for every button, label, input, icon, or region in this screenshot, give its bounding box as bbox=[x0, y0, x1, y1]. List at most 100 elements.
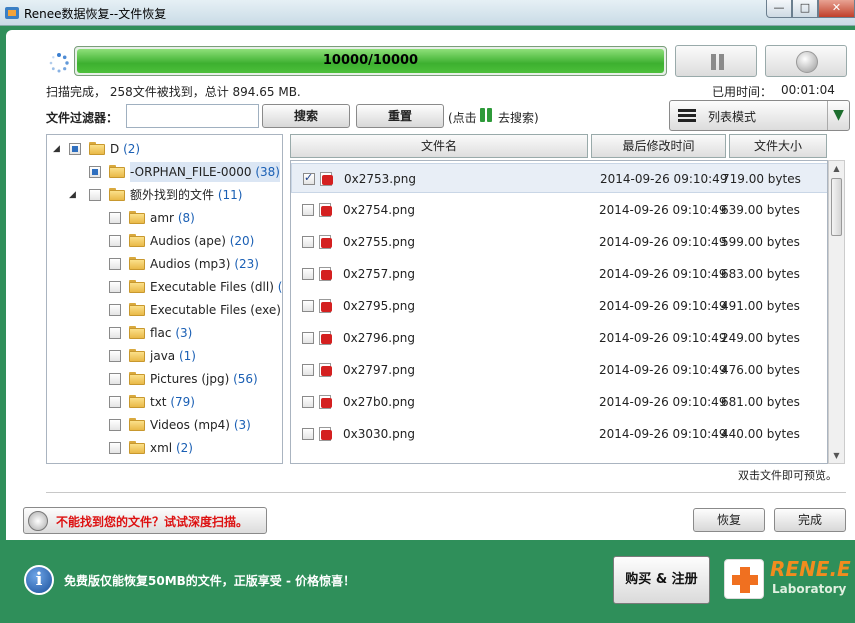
main-panel: 10000/10000 扫描完成， 258文件被找到，总计 894.65 MB.… bbox=[6, 30, 855, 540]
file-checkbox[interactable] bbox=[302, 236, 314, 248]
tree-checkbox[interactable] bbox=[109, 281, 121, 293]
magnifier-icon bbox=[28, 511, 48, 531]
folder-icon bbox=[89, 142, 105, 155]
tree-node-count: (2) bbox=[175, 441, 193, 455]
scroll-down-icon[interactable]: ▼ bbox=[829, 448, 844, 463]
file-checkbox[interactable] bbox=[302, 268, 314, 280]
tree-checkbox[interactable] bbox=[109, 258, 121, 270]
minimize-button[interactable]: — bbox=[766, 0, 792, 18]
pause-button[interactable] bbox=[675, 45, 757, 77]
file-row[interactable]: 0x2796.png 2014-09-26 09:10:49 249.00 byte… bbox=[291, 323, 827, 353]
dropdown-arrow-icon[interactable]: ▼ bbox=[827, 101, 849, 130]
tree-node-count: (23) bbox=[234, 257, 259, 271]
tree-checkbox[interactable] bbox=[109, 304, 121, 316]
promo-text: 免费版仅能恢复50MB的文件，正版享受 - 价格惊喜！ bbox=[64, 574, 356, 588]
close-button[interactable]: ✕ bbox=[818, 0, 855, 18]
column-header-name[interactable]: 文件名 bbox=[290, 134, 588, 158]
file-row[interactable]: 0x2797.png 2014-09-26 09:10:49 476.00 byte… bbox=[291, 355, 827, 385]
filter-input[interactable] bbox=[126, 104, 259, 128]
expander-icon[interactable]: ◢ bbox=[53, 139, 60, 159]
tree-node-label: java (1) bbox=[150, 346, 196, 366]
file-row[interactable]: 0x3030.png 2014-09-26 09:10:49 440.00 byte… bbox=[291, 419, 827, 449]
tree-node-count: (3) bbox=[233, 418, 251, 432]
folder-icon bbox=[129, 303, 145, 316]
folder-tree[interactable]: ◢ D (2) -ORPHAN_FILE-0000 (38) ◢ 额外找到的文件 (11… bbox=[46, 134, 283, 464]
tree-node-count: (38) bbox=[255, 165, 280, 179]
file-row[interactable]: 0x2753.png 2014-09-26 09:10:49719.00 byte… bbox=[291, 163, 827, 193]
maximize-button[interactable]: □ bbox=[792, 0, 818, 18]
file-name: 0x2757.png bbox=[343, 267, 415, 281]
recover-button[interactable]: 恢复 bbox=[693, 508, 765, 532]
deep-scan-button[interactable]: 不能找到您的文件？试试深度扫描。 bbox=[23, 507, 267, 534]
folder-icon bbox=[109, 188, 125, 201]
tree-checkbox[interactable] bbox=[109, 212, 121, 224]
pause-icon bbox=[709, 54, 725, 70]
file-checkbox[interactable] bbox=[302, 300, 314, 312]
tree-checkbox[interactable] bbox=[109, 350, 121, 362]
search-hint-prefix: (点击 bbox=[448, 111, 477, 125]
image-file-icon bbox=[320, 172, 334, 186]
tree-node-name: Executable Files (dll) bbox=[150, 280, 274, 294]
buy-register-button[interactable]: 购买 & 注册 bbox=[613, 556, 710, 604]
tree-checkbox[interactable] bbox=[69, 143, 81, 155]
tree-node-count: (1) bbox=[178, 349, 196, 363]
folder-icon bbox=[129, 372, 145, 385]
image-file-icon bbox=[319, 267, 333, 281]
view-mode-label: 列表模式 bbox=[708, 110, 757, 124]
tree-checkbox[interactable] bbox=[109, 396, 121, 408]
tree-node-label: txt (79) bbox=[150, 392, 195, 412]
view-mode-dropdown[interactable]: 列表模式 ▼ bbox=[669, 100, 850, 131]
folder-icon bbox=[129, 326, 145, 339]
column-header-size[interactable]: 文件大小 bbox=[729, 134, 827, 158]
file-checkbox[interactable] bbox=[303, 171, 315, 185]
file-row[interactable]: 0x2795.png 2014-09-26 09:10:49 491.00 byte… bbox=[291, 291, 827, 321]
tree-checkbox[interactable] bbox=[89, 189, 101, 201]
file-checkbox[interactable] bbox=[302, 204, 314, 216]
tree-checkbox[interactable] bbox=[109, 419, 121, 431]
tree-node-name: Videos (mp4) bbox=[150, 418, 230, 432]
stop-button[interactable] bbox=[765, 45, 847, 77]
file-name: 0x2796.png bbox=[343, 331, 415, 345]
tree-checkbox[interactable] bbox=[109, 235, 121, 247]
tree-node-name: 额外找到的文件 bbox=[130, 188, 215, 202]
file-row[interactable]: 0x2754.png 2014-09-26 09:10:49 639.00 byte… bbox=[291, 195, 827, 225]
file-date: 2014-09-26 09:10:49 bbox=[599, 363, 727, 377]
tree-node-count: (20) bbox=[229, 234, 255, 248]
preview-hint: 双击文件即可预览。 bbox=[738, 469, 837, 482]
tree-node-label: amr (8) bbox=[150, 208, 195, 228]
tree-node-label: Pictures (jpg) (56) bbox=[150, 369, 258, 389]
tree-node-name: Executable Files (exe) bbox=[150, 303, 281, 317]
reset-button[interactable]: 重置 bbox=[356, 104, 444, 128]
file-row[interactable]: 0x2755.png 2014-09-26 09:10:49 599.00 byte… bbox=[291, 227, 827, 257]
expander-icon[interactable]: ◢ bbox=[69, 185, 76, 205]
window-title: Renee数据恢复--文件恢复 bbox=[24, 7, 167, 21]
file-list-scrollbar[interactable]: ▲ ▼ bbox=[828, 160, 845, 464]
folder-icon bbox=[129, 257, 145, 270]
file-list[interactable]: 0x2753.png2014-09-26 09:10:49719.00 byte… bbox=[290, 160, 828, 464]
file-checkbox[interactable] bbox=[302, 364, 314, 376]
tree-checkbox[interactable] bbox=[109, 442, 121, 454]
file-checkbox[interactable] bbox=[302, 396, 314, 408]
file-checkbox[interactable] bbox=[302, 332, 314, 344]
file-row[interactable]: 0x27b0.png 2014-09-26 09:10:49 681.00 byte… bbox=[291, 387, 827, 417]
tree-node-name: txt bbox=[150, 395, 167, 409]
info-icon: i bbox=[24, 565, 54, 595]
tree-node-name: amr bbox=[150, 211, 174, 225]
tree-checkbox[interactable] bbox=[109, 327, 121, 339]
elapsed-time-label: 已用时间： bbox=[712, 85, 773, 99]
scan-summary: 扫描完成， 258文件被找到，总计 894.65 MB. bbox=[46, 85, 301, 99]
scroll-up-icon[interactable]: ▲ bbox=[829, 161, 844, 176]
file-name: 0x2754.png bbox=[343, 203, 415, 217]
tree-checkbox[interactable] bbox=[109, 373, 121, 385]
file-size: 719.00 bytes bbox=[722, 172, 801, 186]
file-row[interactable]: 0x2757.png 2014-09-26 09:10:49 683.00 byte… bbox=[291, 259, 827, 289]
scroll-thumb[interactable] bbox=[831, 178, 842, 236]
search-button[interactable]: 搜索 bbox=[262, 104, 350, 128]
tree-node-count: (2) bbox=[123, 142, 141, 156]
column-header-date[interactable]: 最后修改时间 bbox=[591, 134, 726, 158]
image-file-icon bbox=[319, 203, 333, 217]
tree-checkbox[interactable] bbox=[89, 166, 101, 178]
finish-button[interactable]: 完成 bbox=[774, 508, 846, 532]
file-checkbox[interactable] bbox=[302, 428, 314, 440]
list-icon bbox=[678, 109, 696, 123]
